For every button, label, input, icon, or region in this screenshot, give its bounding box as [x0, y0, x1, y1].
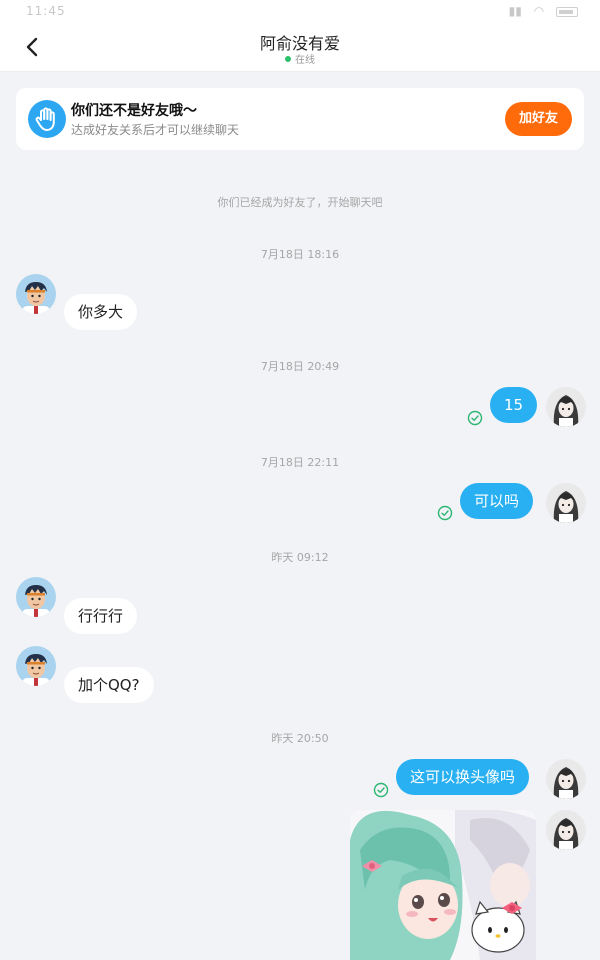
anime-illustration-image — [350, 810, 536, 960]
read-check-icon — [467, 410, 483, 426]
read-check-icon — [373, 782, 389, 798]
status-bar: 11:45 ▮▮ ◠ — [0, 0, 600, 22]
contact-avatar[interactable] — [16, 646, 56, 686]
image-message[interactable] — [350, 810, 536, 960]
not-friends-banner: 你们还不是好友哦～ 达成好友关系后才可以继续聊天 加好友 — [16, 88, 584, 150]
banner-subtitle: 达成好友关系后才可以继续聊天 — [71, 123, 240, 137]
signal-icon: ▮▮ — [508, 4, 522, 18]
read-check-icon — [437, 505, 453, 521]
girl-avatar-icon — [546, 759, 586, 799]
wifi-icon: ◠ — [533, 4, 545, 18]
status-time: 11:45 — [26, 4, 66, 18]
timestamp: 7月18日 22:11 — [260, 456, 340, 469]
message-bubble-outgoing[interactable]: 这可以换头像吗 — [396, 759, 530, 795]
girl-avatar-icon — [546, 387, 586, 427]
my-avatar[interactable] — [546, 483, 586, 523]
add-friend-button[interactable]: 加好友 — [505, 102, 572, 136]
boy-avatar-icon — [16, 577, 56, 617]
message-bubble-incoming[interactable]: 行行行 — [64, 598, 138, 634]
message-bubble-outgoing[interactable]: 可以吗 — [460, 483, 534, 519]
online-status: 在线 — [0, 51, 600, 66]
waving-hand-icon — [28, 100, 66, 138]
hand-glyph — [35, 107, 55, 131]
chat-header: 阿俞没有爱 在线 — [0, 22, 600, 72]
boy-avatar-icon — [16, 646, 56, 686]
message-bubble-outgoing[interactable]: 15 — [490, 387, 538, 423]
message-bubble-incoming[interactable]: 加个QQ? — [64, 667, 154, 703]
my-avatar[interactable] — [546, 759, 586, 799]
timestamp: 7月18日 20:49 — [260, 360, 340, 373]
status-icons: ▮▮ ◠ — [501, 4, 578, 18]
my-avatar[interactable] — [546, 810, 586, 850]
banner-title: 你们还不是好友哦～ — [71, 103, 197, 119]
contact-avatar[interactable] — [16, 577, 56, 617]
online-dot-icon — [285, 56, 291, 62]
girl-avatar-icon — [546, 810, 586, 850]
contact-avatar[interactable] — [16, 274, 56, 314]
my-avatar[interactable] — [546, 387, 586, 427]
timestamp: 昨天 09:12 — [271, 551, 329, 564]
online-status-text: 在线 — [295, 55, 315, 66]
system-notice: 你们已经成为好友了，开始聊天吧 — [217, 196, 383, 209]
girl-avatar-icon — [546, 483, 586, 523]
timestamp: 7月18日 18:16 — [260, 248, 340, 261]
boy-avatar-icon — [16, 274, 56, 314]
timestamp: 昨天 20:50 — [271, 732, 329, 745]
battery-icon — [556, 6, 578, 17]
message-bubble-incoming[interactable]: 你多大 — [64, 294, 138, 330]
